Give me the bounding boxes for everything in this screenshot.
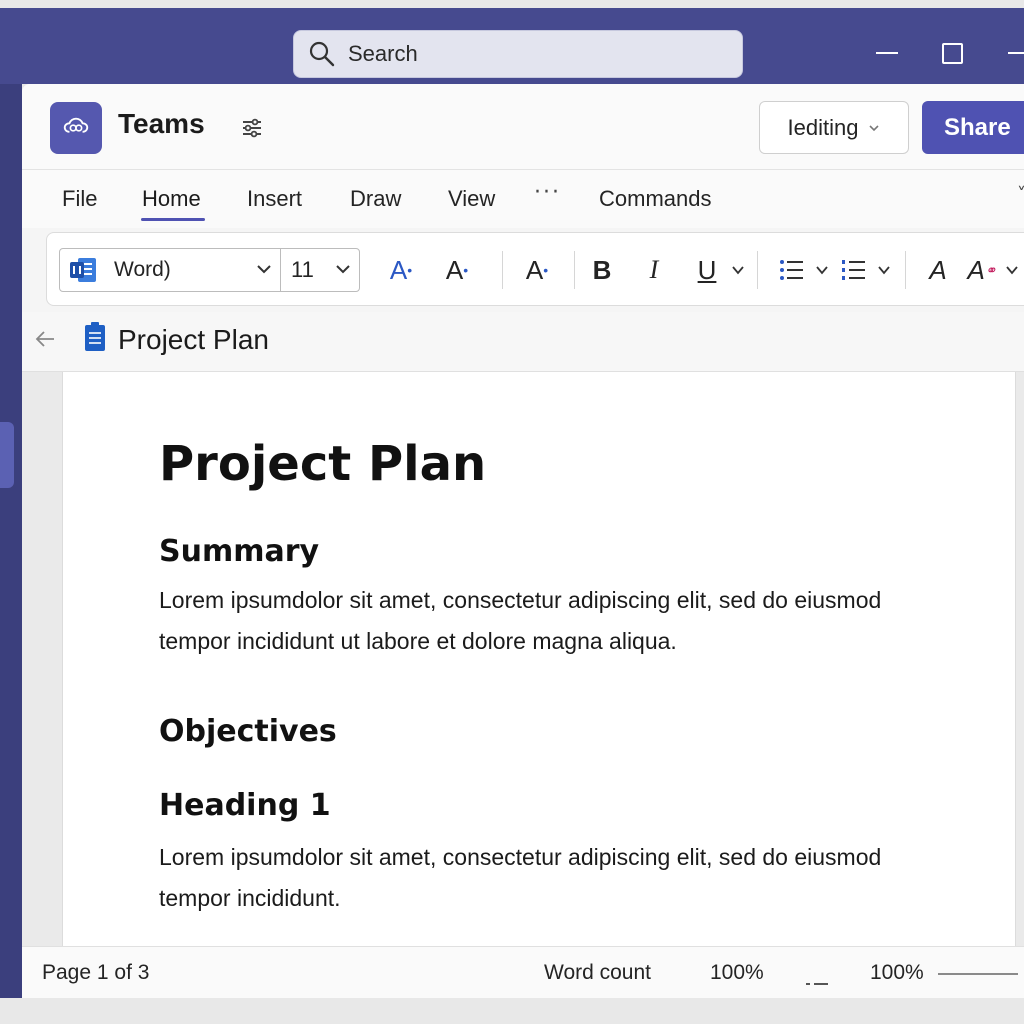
share-button[interactable]: Share [922, 101, 1024, 154]
zoom-slider[interactable] [938, 973, 1018, 975]
maximize-button[interactable] [942, 43, 963, 64]
clear-formatting-button[interactable]: A • [517, 251, 557, 289]
chevron-down-icon[interactable] [877, 263, 891, 277]
shrink-font-icon: A [445, 254, 464, 285]
underline-button[interactable]: U [687, 251, 727, 289]
section-heading-summary[interactable]: Summary [159, 534, 319, 569]
document-title: Project Plan [118, 324, 269, 355]
editing-mode-dropdown[interactable]: Iediting [759, 101, 909, 154]
document-page[interactable]: Project Plan Summary Lorem ipsumdolor si… [62, 372, 1016, 946]
zoom-out-icon[interactable] [806, 972, 834, 986]
section-heading-1[interactable]: Heading 1 [159, 788, 331, 823]
document-canvas: Project Plan Summary Lorem ipsumdolor si… [22, 372, 1024, 946]
share-label: Share [944, 113, 1011, 141]
back-arrow-icon[interactable] [34, 328, 56, 350]
app-title: Teams [118, 108, 205, 139]
page-indicator: Page 1 of 3 [42, 961, 150, 984]
word-icon [70, 258, 96, 282]
left-rail [0, 84, 22, 998]
zoom-level-b[interactable]: 100% [870, 961, 924, 985]
teams-logo-icon[interactable] [50, 102, 102, 154]
font-size-value: 11 [291, 257, 314, 282]
editing-mode-label: Iediting [787, 114, 859, 140]
zoom-level-a[interactable]: 100% [710, 961, 764, 985]
search-input[interactable]: Search [293, 30, 743, 78]
window-titlebar: Search [0, 8, 1024, 84]
bold-button[interactable]: B [585, 251, 619, 289]
doc-heading-title[interactable]: Project Plan [159, 436, 486, 492]
numbered-list-icon[interactable] [841, 257, 867, 283]
minimize-button[interactable] [876, 52, 898, 54]
rail-active-indicator[interactable] [0, 422, 14, 488]
search-placeholder: Search [348, 41, 418, 66]
tab-home[interactable]: Home [142, 186, 201, 212]
word-count-button[interactable]: Word count [544, 961, 651, 985]
status-bar: Page 1 of 3 Word count 100% 100% [22, 946, 1024, 998]
search-icon [309, 41, 335, 67]
active-tab-indicator [141, 218, 205, 221]
app-header: Teams Iediting Share [22, 84, 1024, 170]
italic-button[interactable]: I [637, 251, 671, 289]
section-heading-objectives[interactable]: Objectives [159, 714, 337, 749]
tab-insert[interactable]: Insert [247, 186, 302, 212]
ribbon-divider [757, 251, 758, 289]
section-body-heading-1[interactable]: Lorem ipsumdolor sit amet, consectetur a… [159, 837, 919, 919]
document-icon [85, 322, 105, 351]
document-titlebar: Project Plan [22, 312, 1024, 372]
chevron-down-icon [336, 265, 350, 274]
ribbon-divider [574, 251, 575, 289]
bullet-list-icon[interactable] [779, 257, 805, 283]
font-size-dropdown[interactable]: 11 [280, 248, 360, 292]
menu-bar: File Home Insert Draw View ··· Commands … [22, 170, 1024, 228]
chevron-down-icon [869, 124, 880, 131]
close-button[interactable] [1008, 52, 1024, 54]
font-color-button[interactable]: A ⚭ [965, 251, 999, 289]
tab-file[interactable]: File [62, 186, 97, 212]
font-color-icon: A [967, 254, 985, 285]
underline-icon: U [697, 254, 717, 285]
text-highlight-icon: A [929, 254, 947, 285]
font-family-dropdown[interactable]: Word) [59, 248, 281, 292]
tab-draw[interactable]: Draw [350, 186, 401, 212]
ribbon-collapse-icon[interactable]: ˅ [1017, 184, 1024, 205]
grow-font-icon: A [389, 254, 408, 285]
chevron-down-icon[interactable] [731, 263, 745, 277]
shrink-font-button[interactable]: A • [437, 251, 477, 289]
ribbon-divider [502, 251, 503, 289]
more-tabs-button[interactable]: ··· [534, 180, 561, 205]
app-window: Teams Iediting Share File Home Insert Dr… [22, 84, 1024, 998]
grow-font-button[interactable]: A • [381, 251, 421, 289]
chevron-down-icon[interactable] [1005, 263, 1019, 277]
section-body-summary[interactable]: Lorem ipsumdolor sit amet, consectetur a… [159, 580, 919, 662]
text-highlight-button[interactable]: A [921, 251, 955, 289]
chevron-down-icon[interactable] [815, 263, 829, 277]
ribbon-divider [905, 251, 906, 289]
tab-view[interactable]: View [448, 186, 495, 212]
chevron-down-icon [257, 265, 271, 274]
tab-commands[interactable]: Commands [599, 186, 711, 212]
ribbon-toolbar: Word) 11 A • A • A • B I U A A ⚭ [46, 232, 1024, 306]
font-family-value: Word) [114, 258, 171, 281]
filter-settings-icon[interactable] [240, 116, 264, 140]
clear-formatting-icon: A [525, 254, 544, 285]
